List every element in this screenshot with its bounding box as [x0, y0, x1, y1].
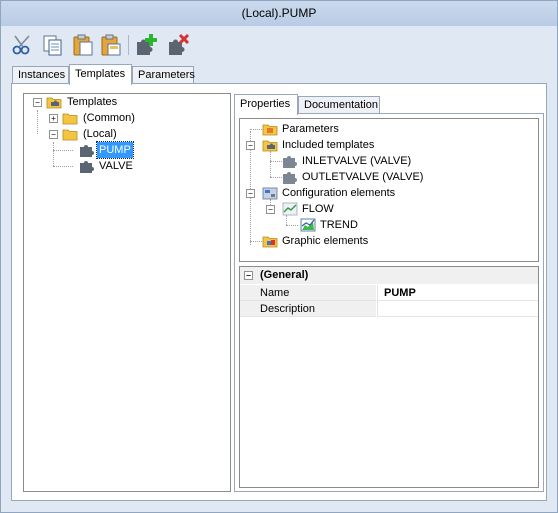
cut-icon: [12, 35, 30, 55]
tree-node-label: Graphic elements: [282, 235, 369, 247]
graphic-elements-folder-icon: [262, 236, 278, 248]
delete-template-button[interactable]: [166, 33, 190, 57]
tab-instances-label: Instances: [18, 69, 66, 81]
tree-node-label: VALVE: [99, 160, 133, 172]
tree-node-label: Parameters: [282, 123, 339, 135]
tab-documentation-label: Documentation: [304, 99, 378, 111]
tree-node-parameters[interactable]: Parameters: [240, 121, 536, 137]
paste-button[interactable]: [71, 33, 95, 57]
tab-parameters[interactable]: Parameters: [132, 66, 195, 83]
paste-special-button[interactable]: [99, 33, 123, 57]
cut-button[interactable]: [11, 33, 35, 57]
tree-node-label: FLOW: [302, 203, 334, 215]
tree-node-label: Templates: [67, 96, 118, 108]
toolbar-separator: [128, 35, 129, 55]
parameters-folder-icon: [262, 124, 278, 136]
trend-chart-icon: [300, 218, 316, 232]
add-template-icon: [137, 34, 157, 55]
property-value-description[interactable]: [377, 301, 538, 317]
tree-node-label: Included templates: [282, 139, 375, 151]
tree-node-label: INLETVALVE (VALVE): [302, 155, 412, 167]
tree-node-common[interactable]: (Common): [24, 110, 224, 126]
tree-node-label: Configuration elements: [282, 187, 396, 199]
tab-properties[interactable]: Properties: [234, 94, 298, 115]
tree-node-included-templates[interactable]: Included templates: [240, 137, 536, 153]
tab-templates[interactable]: Templates: [69, 64, 132, 85]
add-template-button[interactable]: [134, 33, 158, 57]
property-name: Name: [240, 285, 376, 301]
paste-special-icon: [101, 34, 121, 56]
tab-templates-label: Templates: [75, 68, 126, 80]
tree-node-trend[interactable]: TREND: [240, 217, 536, 233]
flow-trend-icon: [282, 202, 298, 216]
paste-icon: [73, 34, 93, 56]
template-editor-window: (Local).PUMP Instances Templates Paramet…: [0, 0, 558, 513]
templates-folder-icon: [46, 97, 62, 109]
template-puzzle-icon: [283, 156, 297, 168]
window-title-bar: (Local).PUMP: [1, 1, 557, 26]
template-puzzle-icon: [80, 161, 94, 173]
template-puzzle-icon: [283, 172, 297, 184]
tree-node-label: PUMP: [96, 141, 134, 159]
template-contents-tree[interactable]: Parameters − Included templates INLETVAL…: [239, 118, 539, 262]
delete-template-icon: [169, 33, 190, 55]
tree-node-label: (Common): [83, 112, 135, 124]
property-value-name[interactable]: PUMP: [377, 285, 538, 301]
tree-node-flow[interactable]: FLOW: [240, 201, 536, 217]
templates-panel: − Templates + (Common) − (Local) PUMP VA…: [11, 83, 547, 501]
tab-parameters-label: Parameters: [138, 69, 195, 81]
tree-node-templates-root[interactable]: Templates: [24, 94, 224, 110]
tree-node-label: (Local): [83, 128, 117, 140]
toolbar: [1, 27, 557, 63]
main-tabs: Instances Templates Parameters: [1, 64, 557, 85]
tree-node-label: TREND: [320, 219, 358, 231]
window-title: (Local).PUMP: [241, 6, 317, 20]
copy-button[interactable]: [41, 33, 65, 57]
property-name: Description: [240, 301, 376, 317]
property-category-label: (General): [260, 269, 309, 281]
templates-folder-icon: [262, 140, 278, 152]
open-folder-icon: [62, 129, 78, 141]
detail-tabs: Properties Documentation: [234, 94, 544, 115]
configuration-elements-icon: [262, 187, 278, 200]
tab-documentation[interactable]: Documentation: [298, 96, 380, 113]
template-puzzle-icon: [80, 145, 94, 157]
tab-instances[interactable]: Instances: [12, 66, 69, 83]
folder-icon: [62, 113, 78, 125]
property-category-general[interactable]: − (General): [240, 267, 538, 284]
property-row-description[interactable]: Description: [240, 301, 538, 317]
tree-node-pump[interactable]: PUMP: [24, 141, 224, 159]
tree-node-outletvalve[interactable]: OUTLETVALVE (VALVE): [240, 169, 536, 185]
template-tree[interactable]: − Templates + (Common) − (Local) PUMP VA…: [23, 93, 231, 492]
tree-node-inletvalve[interactable]: INLETVALVE (VALVE): [240, 153, 536, 169]
property-row-name[interactable]: Name PUMP: [240, 285, 538, 301]
tree-node-valve[interactable]: VALVE: [24, 158, 224, 174]
property-grid[interactable]: − (General) Name PUMP Description: [239, 266, 539, 488]
tab-properties-label: Properties: [240, 98, 291, 110]
tree-node-graphic-elements[interactable]: Graphic elements: [240, 233, 536, 249]
tree-node-local[interactable]: (Local): [24, 126, 224, 142]
copy-icon: [43, 35, 62, 56]
tree-node-configuration-elements[interactable]: Configuration elements: [240, 185, 536, 201]
tree-node-label: OUTLETVALVE (VALVE): [302, 171, 424, 183]
category-collapse-toggle[interactable]: −: [244, 271, 253, 280]
properties-page: Parameters − Included templates INLETVAL…: [234, 113, 544, 492]
